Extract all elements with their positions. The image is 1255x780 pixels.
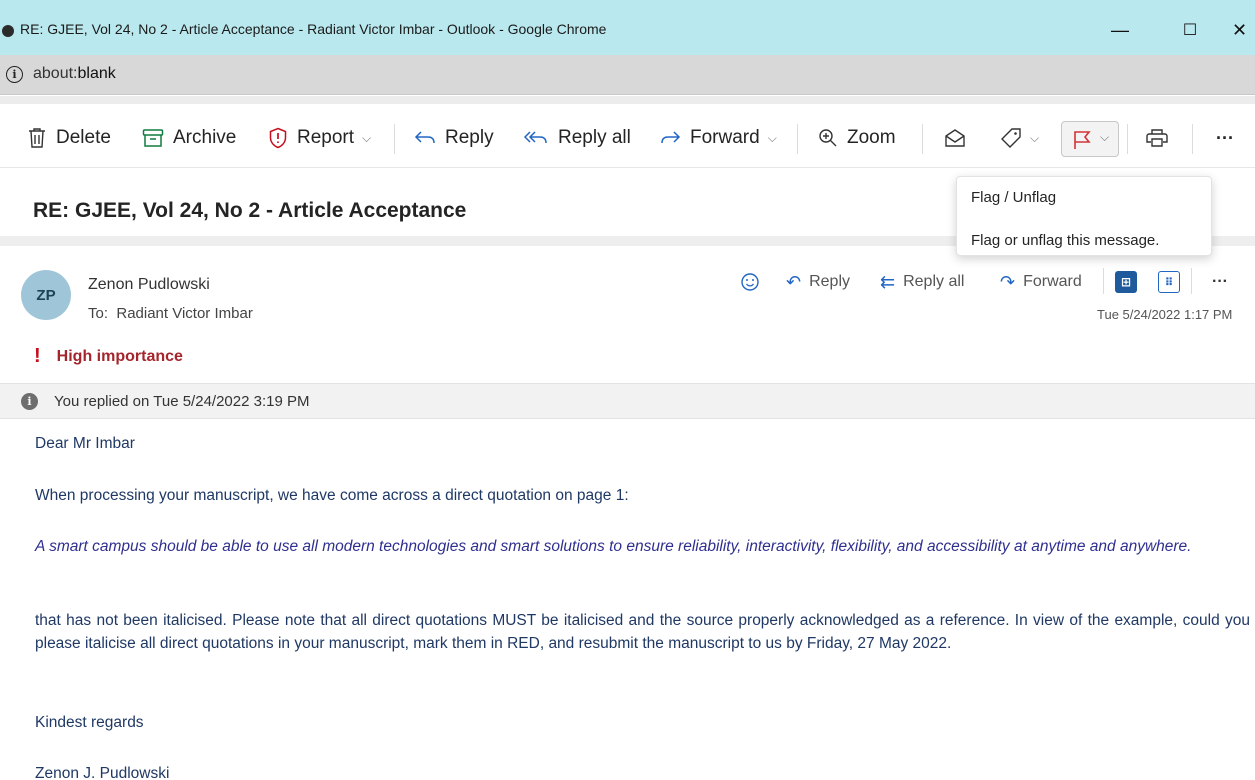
- chevron-down-icon[interactable]: ⌵: [362, 131, 371, 146]
- header-more-button[interactable]: ···: [1212, 270, 1228, 294]
- reply-label: Reply: [445, 127, 494, 148]
- minimize-button[interactable]: —: [1100, 14, 1140, 46]
- toolbar-divider: [1127, 124, 1128, 154]
- smiley-icon: [741, 273, 759, 291]
- chevron-down-icon[interactable]: ⌵: [768, 131, 777, 146]
- flag-icon: [1074, 131, 1091, 149]
- print-icon: [1146, 129, 1168, 147]
- forward-label: Forward: [690, 127, 760, 148]
- sender-name[interactable]: Zenon Pudlowski: [88, 276, 210, 294]
- header-reply-label: Reply: [809, 273, 850, 290]
- archive-button[interactable]: Archive: [142, 125, 236, 151]
- categorize-button[interactable]: ⌵: [1000, 125, 1039, 151]
- header-reply-all-label: Reply all: [903, 273, 965, 290]
- url-text[interactable]: about:blank: [33, 65, 116, 83]
- report-shield-icon: [269, 127, 287, 149]
- reply-all-label: Reply all: [558, 127, 631, 148]
- close-button[interactable]: ✕: [1232, 14, 1255, 46]
- browser-title-bar: RE: GJEE, Vol 24, No 2 - Article Accepta…: [0, 0, 1255, 55]
- recipient-name[interactable]: Radiant Victor Imbar: [116, 305, 252, 322]
- forward-arrow-icon: [661, 131, 681, 144]
- chevron-down-icon[interactable]: ⌵: [1030, 131, 1039, 146]
- more-actions-button[interactable]: ···: [1216, 125, 1234, 151]
- maximize-button[interactable]: ☐: [1170, 14, 1210, 46]
- body-signature: Zenon J. Pudlowski: [35, 765, 170, 780]
- emoji-reaction-button[interactable]: [740, 270, 760, 294]
- body-quote: A smart campus should be able to use all…: [35, 538, 1192, 555]
- apps-grid-icon[interactable]: ⠿: [1158, 271, 1180, 293]
- body-main-paragraph: that has not been italicised. Please not…: [35, 612, 1250, 652]
- body-regards: Kindest regards: [35, 714, 144, 731]
- trash-icon: [29, 128, 45, 148]
- print-button[interactable]: [1146, 125, 1168, 151]
- header-divider: [1103, 268, 1104, 294]
- reply-arrow-icon: ↶: [786, 271, 802, 292]
- zoom-icon: [819, 129, 837, 147]
- tooltip-title: Flag / Unflag: [971, 189, 1057, 206]
- chevron-down-icon[interactable]: ⌵: [1100, 130, 1109, 145]
- toolbar-divider: [797, 124, 798, 154]
- toolbar-separator-strip: [0, 96, 1255, 104]
- envelope-open-icon: [945, 129, 965, 147]
- site-info-icon[interactable]: i: [6, 66, 23, 83]
- tooltip-description: Flag or unflag this message.: [971, 232, 1160, 249]
- header-forward-button[interactable]: ↷ Forward: [1000, 270, 1082, 294]
- archive-icon: [142, 129, 164, 147]
- reply-arrow-icon: [414, 131, 435, 144]
- body-greeting: Dear Mr Imbar: [35, 435, 135, 452]
- importance-banner: ! High importance: [34, 345, 183, 368]
- toolbar-divider: [1192, 124, 1193, 154]
- forward-arrow-icon: ↷: [1000, 271, 1016, 292]
- archive-label: Archive: [173, 127, 237, 148]
- reply-all-icon: ⇇: [880, 271, 896, 292]
- avatar[interactable]: ZP: [21, 270, 71, 320]
- chrome-icon: [2, 25, 14, 37]
- replied-notice-text: You replied on Tue 5/24/2022 3:19 PM: [54, 393, 310, 410]
- header-divider: [1191, 268, 1192, 294]
- recipient-line: To: Radiant Victor Imbar: [88, 305, 253, 322]
- window-title: RE: GJEE, Vol 24, No 2 - Article Accepta…: [20, 21, 607, 37]
- reply-button[interactable]: Reply: [414, 125, 494, 151]
- tag-icon: [1001, 128, 1021, 148]
- to-prefix: To:: [88, 305, 109, 322]
- addin-app-icon[interactable]: ⊞: [1115, 271, 1137, 293]
- header-reply-button[interactable]: ↶ Reply: [786, 270, 850, 294]
- forward-button[interactable]: Forward ⌵: [659, 125, 777, 151]
- reply-all-button[interactable]: Reply all: [523, 125, 631, 151]
- flag-button[interactable]: ⌵: [1061, 121, 1119, 157]
- zoom-button[interactable]: Zoom: [818, 125, 896, 151]
- url-rest: blank: [77, 65, 116, 82]
- replied-notice-bar[interactable]: i You replied on Tue 5/24/2022 3:19 PM: [0, 383, 1255, 419]
- address-bar[interactable]: i about:blank: [0, 55, 1255, 95]
- info-icon: i: [21, 393, 38, 410]
- toolbar-divider: [922, 124, 923, 154]
- importance-label: High importance: [56, 347, 183, 365]
- reply-all-icon: [523, 131, 547, 144]
- message-timestamp: Tue 5/24/2022 1:17 PM: [1097, 307, 1233, 322]
- zoom-label: Zoom: [847, 127, 896, 148]
- toolbar-divider: [394, 124, 395, 154]
- report-label: Report: [297, 127, 355, 148]
- delete-button[interactable]: Delete: [27, 125, 111, 151]
- high-importance-icon: !: [34, 345, 41, 367]
- flag-tooltip: Flag / Unflag Flag or unflag this messag…: [956, 176, 1212, 256]
- header-forward-label: Forward: [1023, 273, 1082, 290]
- message-subject: RE: GJEE, Vol 24, No 2 - Article Accepta…: [33, 199, 467, 222]
- delete-label: Delete: [56, 127, 111, 148]
- mark-read-button[interactable]: [944, 125, 966, 151]
- header-reply-all-button[interactable]: ⇇ Reply all: [880, 270, 964, 294]
- body-intro: When processing your manuscript, we have…: [35, 487, 629, 504]
- url-scheme: about:: [33, 65, 78, 82]
- report-button[interactable]: Report ⌵: [268, 125, 371, 151]
- message-toolbar: Delete Archive Report ⌵ Reply Reply all …: [0, 104, 1255, 168]
